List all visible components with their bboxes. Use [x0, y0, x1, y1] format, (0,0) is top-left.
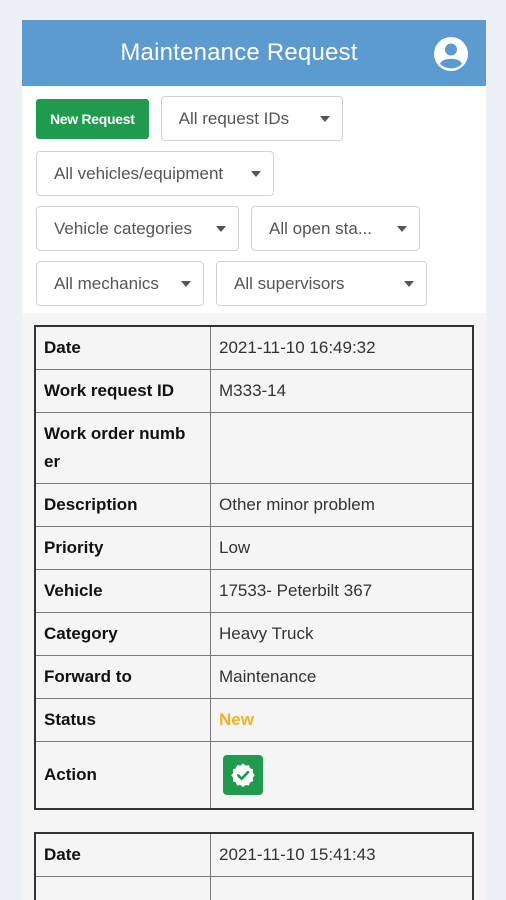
vehicle-select[interactable]: All vehicles/equipment [36, 151, 274, 196]
table-row [34, 876, 474, 900]
priority-value: Low [210, 526, 474, 570]
app-header: Maintenance Request [22, 20, 486, 86]
request-card: Date 2021-11-10 15:41:43 [34, 832, 474, 900]
category-select-value: Vehicle categories [54, 218, 192, 238]
category-select[interactable]: Vehicle categories [36, 206, 239, 251]
status-value: New [210, 698, 474, 742]
request-list: Date 2021-11-10 16:49:32 Work request ID… [22, 313, 486, 900]
vehicle-label: Vehicle [34, 569, 211, 613]
table-row: Description Other minor problem [34, 483, 474, 527]
description-label: Description [34, 483, 211, 527]
chevron-down-icon [216, 225, 226, 232]
request-card: Date 2021-11-10 16:49:32 Work request ID… [34, 325, 474, 810]
approve-button[interactable] [223, 755, 263, 795]
work-request-id-label: Work request ID [34, 369, 211, 413]
status-badge: New [219, 710, 254, 729]
table-row: Priority Low [34, 526, 474, 570]
work-request-id-value [210, 876, 474, 900]
supervisor-select[interactable]: All supervisors [216, 261, 427, 306]
work-order-number-label: Work order numb er [34, 412, 211, 484]
table-row: Action [34, 741, 474, 810]
chevron-down-icon [397, 225, 407, 232]
date-label: Date [34, 325, 211, 370]
forward-to-value: Maintenance [210, 655, 474, 699]
priority-label: Priority [34, 526, 211, 570]
vehicle-value: 17533- Peterbilt 367 [210, 569, 474, 613]
chevron-down-icon [404, 280, 414, 287]
date-value: 2021-11-10 15:41:43 [210, 832, 474, 877]
table-row: Date 2021-11-10 15:41:43 [34, 832, 474, 877]
user-avatar-icon[interactable] [433, 36, 469, 72]
chevron-down-icon [181, 280, 191, 287]
category-value: Heavy Truck [210, 612, 474, 656]
chevron-down-icon [319, 115, 330, 122]
new-request-button[interactable]: New Request [36, 98, 149, 139]
description-value: Other minor problem [210, 483, 474, 527]
work-request-id-label [34, 876, 211, 900]
check-badge-icon [231, 763, 255, 788]
category-label: Category [34, 612, 211, 656]
table-row: Work order numb er [34, 412, 474, 484]
supervisor-select-value: All supervisors [234, 273, 345, 293]
open-status-select-value: All open sta... [269, 218, 373, 238]
date-label: Date [34, 832, 211, 877]
filter-panel: New Request All request IDs All vehicles… [22, 86, 486, 313]
work-request-id-value: M333-14 [210, 369, 474, 413]
date-value: 2021-11-10 16:49:32 [210, 325, 474, 370]
request-id-select[interactable]: All request IDs [160, 96, 343, 141]
table-row: Vehicle 17533- Peterbilt 367 [34, 569, 474, 613]
vehicle-select-value: All vehicles/equipment [54, 163, 224, 183]
table-row: Status New [34, 698, 474, 742]
table-row: Work request ID M333-14 [34, 369, 474, 413]
table-row: Category Heavy Truck [34, 612, 474, 656]
chevron-down-icon [251, 170, 261, 177]
request-id-select-value: All request IDs [178, 108, 290, 128]
action-label: Action [34, 741, 211, 810]
open-status-select[interactable]: All open sta... [251, 206, 420, 251]
action-value [210, 741, 474, 810]
app-frame: Maintenance Request New Request All requ… [22, 20, 486, 900]
forward-to-label: Forward to [34, 655, 211, 699]
mechanic-select-value: All mechanics [54, 273, 159, 293]
table-row: Forward to Maintenance [34, 655, 474, 699]
mechanic-select[interactable]: All mechanics [36, 261, 204, 306]
table-row: Date 2021-11-10 16:49:32 [34, 325, 474, 370]
page-title: Maintenance Request [120, 39, 358, 66]
work-order-number-value [210, 412, 474, 484]
status-label: Status [34, 698, 211, 742]
